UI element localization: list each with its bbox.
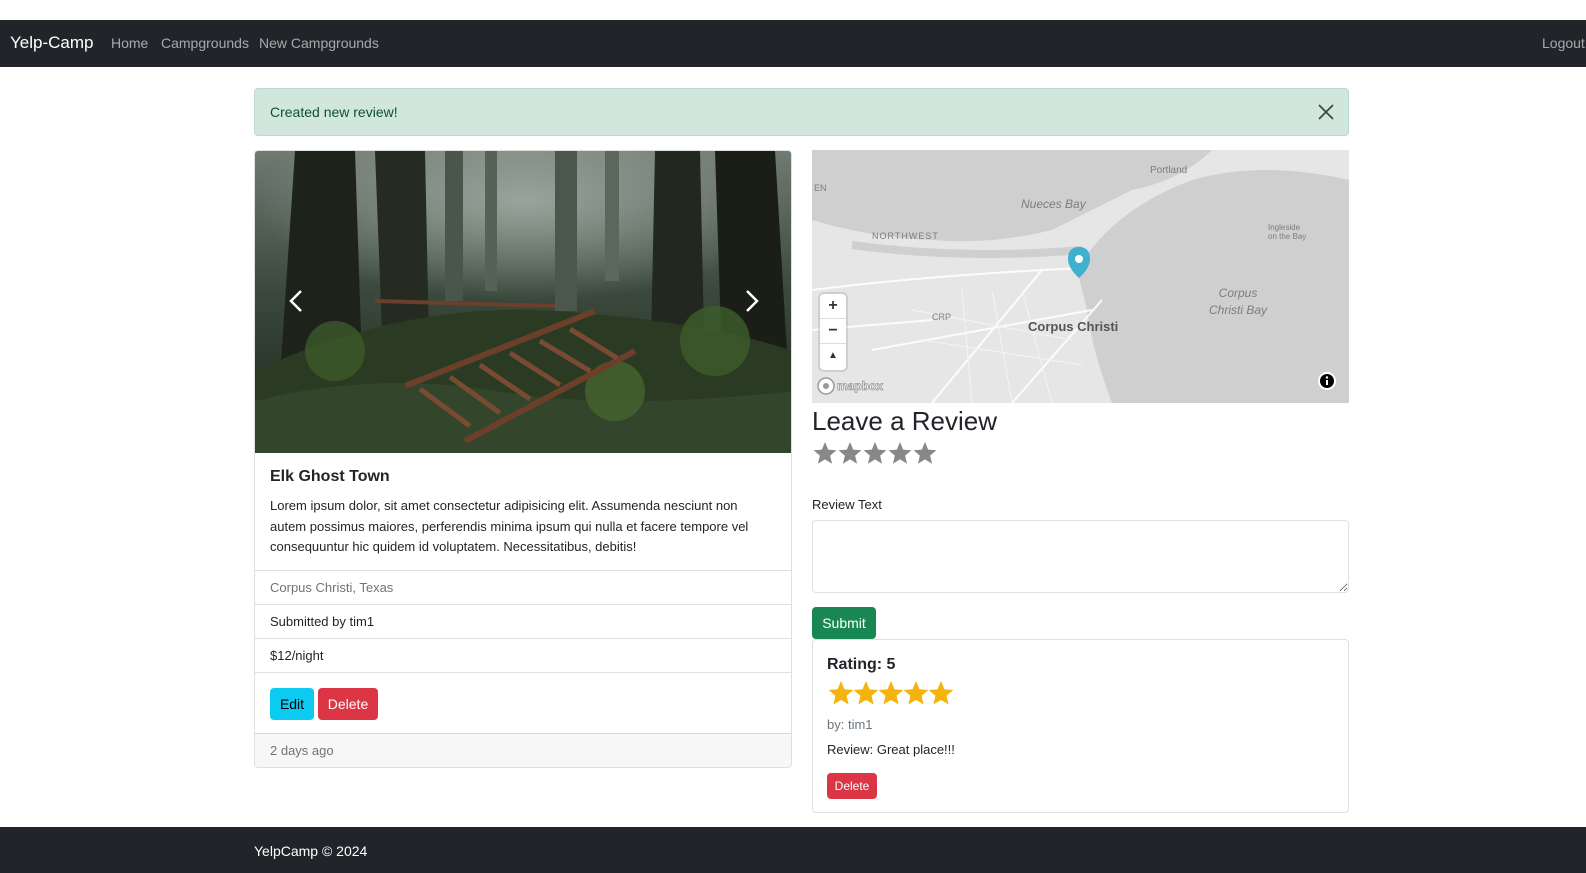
review-text-field[interactable]	[812, 520, 1349, 593]
review-star-icon	[828, 681, 854, 705]
review-text-label: Review Text	[812, 497, 882, 512]
campground-description: Lorem ipsum dolor, sit amet consectetur …	[270, 498, 749, 554]
campground-card: Elk Ghost Town Lorem ipsum dolor, sit am…	[254, 150, 792, 768]
star-rating-input[interactable]	[812, 441, 942, 467]
footer-text: YelpCamp © 2024	[254, 843, 368, 859]
brand-link[interactable]: Yelp-Camp	[10, 33, 93, 53]
rating-input-star-icon[interactable]	[913, 442, 937, 464]
submit-review-button[interactable]: Submit	[812, 607, 876, 639]
compass-icon[interactable]: ▲	[820, 344, 846, 369]
footer: YelpCamp © 2024	[0, 827, 1586, 873]
nav-home-link[interactable]: Home	[111, 35, 148, 51]
map-label-bay: Corpus Christi Bay	[1209, 285, 1267, 319]
campground-author: Submitted by tim1	[255, 604, 791, 638]
nav-campgrounds-link[interactable]: Campgrounds	[161, 35, 249, 51]
card-footer-timestamp: 2 days ago	[255, 733, 791, 767]
campground-title: Elk Ghost Town	[270, 468, 390, 485]
delete-review-button[interactable]: Delete	[827, 773, 877, 799]
alert-message: Created new review!	[270, 104, 398, 120]
campground-actions: Edit Delete	[255, 672, 791, 733]
review-rating-title: Rating: 5	[827, 656, 896, 673]
review-author: by: tim1	[827, 717, 873, 732]
rating-input-star-icon[interactable]	[863, 442, 887, 464]
zoom-out-button[interactable]: −	[820, 319, 846, 344]
svg-text:mapbox: mapbox	[837, 379, 883, 393]
map-label-ingleside-line1: Ingleside	[1268, 223, 1301, 232]
delete-campground-button[interactable]: Delete	[318, 688, 378, 720]
review-star-icon	[903, 681, 929, 705]
map-label-bay-line1: Corpus	[1218, 286, 1258, 300]
map-label-ingleside: Ingleside on the Bay	[1268, 223, 1306, 241]
map-label-bay-line2: Christi Bay	[1209, 303, 1268, 317]
image-carousel	[255, 151, 791, 453]
mapbox-logo-icon[interactable]: mapbox	[817, 377, 893, 395]
alert-close-icon[interactable]	[1316, 102, 1336, 122]
map-label-ingleside-line2: on the Bay	[1268, 232, 1307, 241]
map-label-portland: Portland	[1150, 165, 1188, 176]
rating-input-star-icon[interactable]	[888, 442, 912, 464]
zoom-in-button[interactable]: +	[820, 294, 846, 319]
review-star-icon	[853, 681, 879, 705]
leave-review-heading: Leave a Review	[812, 406, 997, 436]
card-body: Elk Ghost Town Lorem ipsum dolor, sit am…	[255, 453, 791, 570]
campground-photo	[255, 151, 791, 453]
carousel-next-icon[interactable]	[733, 283, 769, 319]
edit-button[interactable]: Edit	[270, 688, 314, 720]
carousel-prev-icon[interactable]	[279, 283, 315, 319]
nav-logout-link[interactable]: Logout	[1542, 35, 1586, 51]
navbar: Yelp-Camp Home Campgrounds New Campgroun…	[0, 20, 1586, 67]
campground-price: $12/night	[255, 638, 791, 672]
campground-map[interactable]: EN Portland Nueces Bay NORTHWEST CRP Cor…	[812, 150, 1349, 403]
review-star-icon	[928, 681, 954, 705]
campground-location: Corpus Christi, Texas	[255, 570, 791, 604]
review-text: Review: Great place!!!	[827, 742, 955, 757]
nav-new-campground-link[interactable]: New Campgrounds	[259, 35, 379, 51]
map-label-city: Corpus Christi	[1028, 319, 1119, 334]
map-label-edge: EN	[814, 183, 827, 193]
map-info-icon[interactable]	[1318, 372, 1336, 390]
rating-input-star-icon[interactable]	[838, 442, 862, 464]
success-alert: Created new review!	[254, 88, 1349, 136]
map-navigation-control: + − ▲	[820, 294, 846, 370]
review-card: Rating: 5 by: tim1 Review: Great place!!…	[812, 639, 1349, 813]
map-label-nueces-bay: Nueces Bay	[1021, 197, 1086, 211]
rating-input-star-icon[interactable]	[813, 442, 837, 464]
map-label-northwest: NORTHWEST	[872, 231, 939, 241]
review-star-icon	[878, 681, 904, 705]
review-stars	[828, 681, 954, 705]
map-tiles	[812, 150, 1349, 403]
map-label-crp: CRP	[932, 312, 952, 322]
